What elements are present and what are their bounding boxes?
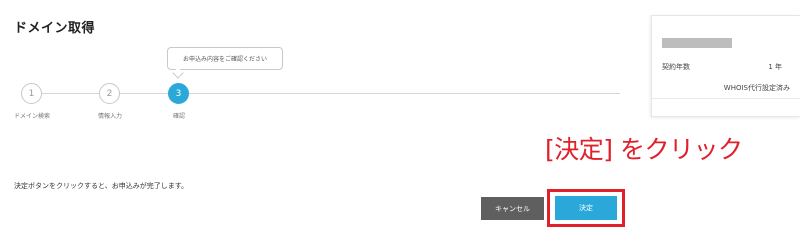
contract-years-label: 契約年数 (662, 63, 690, 71)
contract-years-value: 1 年 (768, 63, 782, 71)
confirm-tooltip: お申込み内容をご確認ください (167, 47, 283, 70)
step-2-circle: 2 (99, 83, 120, 104)
order-summary-panel: 契約年数 1 年 WHOIS代行設定済み (651, 15, 800, 117)
whois-status: WHOIS代行設定済み (723, 84, 790, 92)
instruction-text: 決定ボタンをクリックすると、お申込みが完了します。 (14, 182, 189, 190)
cancel-button[interactable]: キャンセル (481, 197, 544, 220)
step-2-label: 情報入力 (97, 113, 122, 120)
redacted-domain-bar (662, 38, 732, 48)
step-3-circle: 3 (168, 83, 189, 104)
step-3-label: 確認 (172, 113, 185, 120)
click-annotation: [決定] をクリック (545, 135, 743, 164)
step-1-label: ドメイン検索 (13, 113, 50, 120)
decide-button[interactable]: 決定 (555, 196, 617, 220)
summary-divider (652, 98, 800, 99)
step-1-circle: 1 (21, 83, 42, 104)
page-title: ドメイン取得 (14, 21, 96, 36)
